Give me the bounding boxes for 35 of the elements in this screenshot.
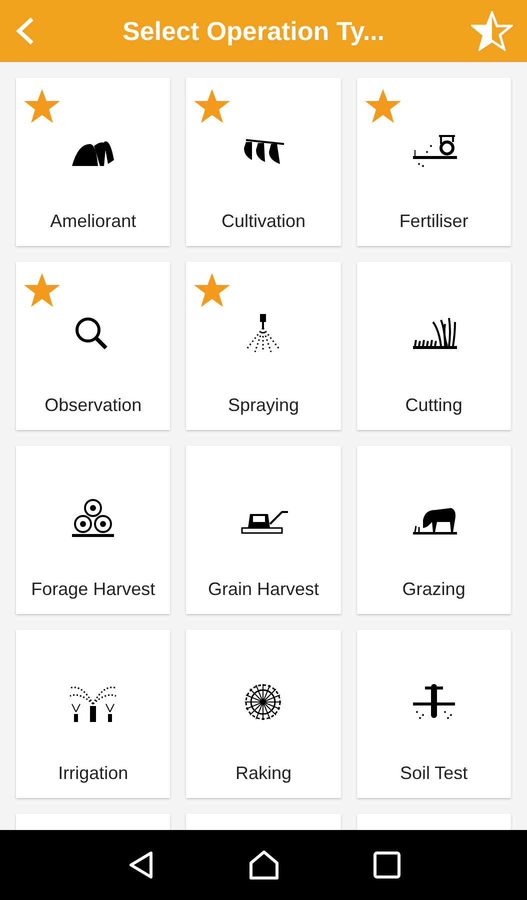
operation-tile[interactable]: Grain Harvest	[186, 446, 341, 614]
tile-label: Grain Harvest	[208, 578, 320, 601]
operation-tile[interactable]: Cultivation	[186, 78, 341, 246]
tile-label: Spraying	[228, 394, 300, 417]
operation-tile[interactable]: Soil Test	[356, 630, 511, 798]
tile-label: Irrigation	[58, 762, 128, 785]
star-icon[interactable]	[364, 88, 402, 124]
recents-icon[interactable]	[372, 851, 400, 879]
back-icon[interactable]	[14, 16, 36, 46]
tile-label: Cutting	[405, 394, 462, 417]
screen-title: Select Operation Ty...	[122, 14, 384, 48]
star-icon[interactable]	[193, 88, 232, 124]
operation-tile[interactable]: Cutting	[356, 262, 511, 430]
star-icon[interactable]	[23, 272, 61, 308]
operation-tile[interactable]: Irrigation	[16, 630, 170, 798]
tile-label: Forage Harvest	[31, 578, 156, 601]
back-nav-icon[interactable]	[126, 850, 154, 880]
tile-label: Cultivation	[221, 210, 306, 233]
operation-tile[interactable]: Raking	[186, 630, 341, 798]
operation-tile[interactable]: Observation	[16, 262, 170, 430]
half-star-icon[interactable]	[471, 11, 513, 51]
operation-tile[interactable]: Ameliorant	[16, 78, 170, 246]
tile-label: Soil Test	[400, 762, 468, 785]
operation-tile[interactable]: Grazing	[356, 446, 511, 614]
tile-label: Fertiliser	[399, 210, 468, 233]
tile-label: Observation	[44, 394, 142, 417]
star-icon[interactable]	[23, 88, 61, 124]
tile-label: Ameliorant	[50, 210, 136, 233]
star-icon[interactable]	[193, 272, 232, 308]
tile-label: Raking	[235, 762, 292, 785]
home-icon[interactable]	[248, 850, 280, 880]
operation-tile[interactable]: Fertiliser	[356, 78, 511, 246]
operation-tile[interactable]: Forage Harvest	[16, 446, 170, 614]
operation-tile[interactable]: Spraying	[186, 262, 341, 430]
tile-label: Grazing	[402, 578, 466, 601]
